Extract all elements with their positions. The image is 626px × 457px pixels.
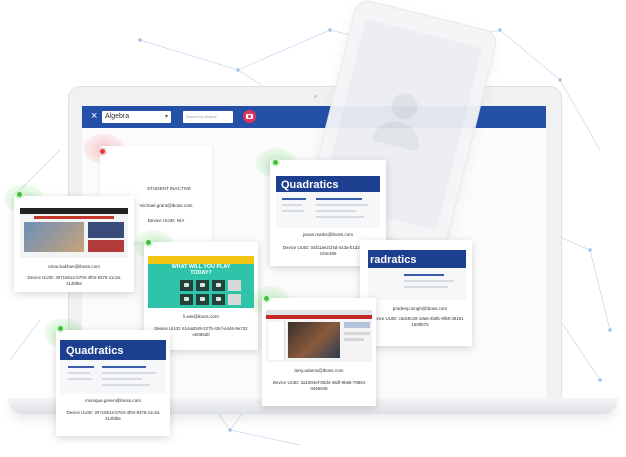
status-online-dot bbox=[262, 294, 271, 303]
class-select[interactable]: Algebra ▾ bbox=[102, 111, 171, 123]
status-online-dot bbox=[271, 158, 280, 167]
screen-title: Quadratics bbox=[66, 345, 124, 357]
chevron-down-icon: ▾ bbox=[164, 114, 168, 120]
screen-title: radratics bbox=[370, 254, 417, 266]
student-card[interactable]: radratics pradeep.singh@iboss.com vice U… bbox=[360, 240, 472, 346]
status-offline-dot bbox=[98, 147, 107, 156]
game-banner-text: WHAT WILL YOU PLAY TODAY? bbox=[171, 264, 231, 276]
student-card[interactable]: omar.bakhan@iboss.com Device UUID: 40715… bbox=[14, 196, 134, 292]
device-uuid: Device UUID: 40715612-b704-4f04-9376-11c… bbox=[27, 275, 121, 286]
student-card[interactable]: Quadratics monique.green@iboss.com Devic… bbox=[56, 330, 170, 436]
student-screen-thumbnail: Quadratics bbox=[276, 176, 380, 228]
close-icon[interactable]: × bbox=[91, 110, 97, 123]
student-screen-thumbnail: WHAT WILL YOU PLAY TODAY? bbox=[148, 256, 254, 308]
device-uuid: Device UUID: 3a1904ef-00d4-48df-9b66-798… bbox=[272, 380, 366, 391]
student-email: omar.bakhan@iboss.com bbox=[48, 264, 100, 269]
status-online-dot bbox=[56, 324, 65, 333]
status-text: STUDENT INACTIVE bbox=[146, 186, 192, 191]
student-screen-thumbnail: Quadratics bbox=[60, 340, 166, 394]
student-screen-thumbnail bbox=[266, 310, 372, 362]
status-online-dot bbox=[15, 190, 24, 199]
device-uuid: Device UUID: 40715612-b704-4f04-9376-11c… bbox=[66, 410, 160, 421]
search-placeholder: Search by student bbox=[186, 115, 217, 119]
status-online-dot bbox=[144, 238, 153, 247]
student-email: pradeep.singh@iboss.com bbox=[392, 306, 448, 311]
device-uuid: vice UUID: c6dc9c28-18a6-4b8b-8f58-39181… bbox=[376, 316, 464, 327]
class-select-value: Algebra bbox=[105, 113, 130, 120]
student-screen-thumbnail bbox=[20, 208, 128, 258]
student-email: larry.adams@iboss.com bbox=[294, 368, 344, 373]
student-email: li.wei@iboss.com bbox=[183, 314, 219, 319]
student-email: jonas.marks@iboss.com bbox=[302, 232, 354, 237]
student-screen-thumbnail: radratics bbox=[368, 250, 466, 300]
student-email: monique.green@iboss.com bbox=[85, 398, 141, 403]
student-card[interactable]: larry.adams@iboss.com Device UUID: 3a190… bbox=[262, 298, 376, 406]
camera-icon[interactable] bbox=[243, 110, 256, 123]
screen-title: Quadratics bbox=[281, 179, 339, 191]
student-search-input[interactable]: Search by student bbox=[183, 111, 233, 123]
laptop-camera bbox=[314, 95, 317, 98]
